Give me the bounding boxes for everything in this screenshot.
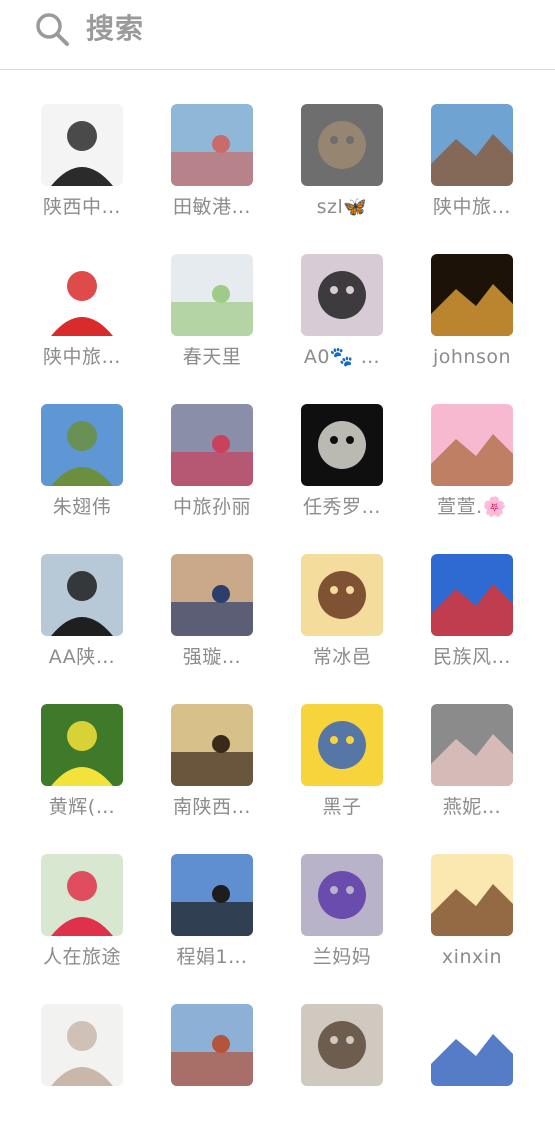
avatar[interactable] — [301, 404, 383, 486]
contact-name: AA陕… — [48, 646, 116, 668]
contact-item[interactable]: 陕中旅… — [431, 104, 551, 244]
contact-item[interactable]: 任秀罗… — [301, 404, 421, 544]
contact-name: 任秀罗… — [302, 496, 381, 518]
contact-name: xinxin — [441, 946, 503, 968]
avatar[interactable] — [431, 704, 513, 786]
contact-item[interactable]: xinxin — [431, 854, 551, 994]
contact-item[interactable]: 黄辉(… — [41, 704, 161, 844]
contact-name: 田敏港… — [172, 196, 251, 218]
contact-name: 黄辉(… — [48, 796, 116, 818]
contact-item[interactable]: 常冰邑 — [301, 554, 421, 694]
contact-item[interactable]: 燕妮… — [431, 704, 551, 844]
avatar[interactable] — [41, 404, 123, 486]
search-icon — [36, 13, 69, 46]
avatar[interactable] — [431, 254, 513, 336]
avatar[interactable] — [41, 854, 123, 936]
contact-item[interactable]: 兰妈妈 — [301, 854, 421, 994]
contact-item[interactable]: 人在旅途 — [41, 854, 161, 994]
avatar[interactable] — [171, 704, 253, 786]
contact-item[interactable]: 程娟1… — [171, 854, 291, 994]
contact-item[interactable]: 中旅孙丽 — [171, 404, 291, 544]
contact-item[interactable]: szl🦋 — [301, 104, 421, 244]
contact-item[interactable]: 南陕西… — [171, 704, 291, 844]
search-input[interactable]: 搜索 — [86, 10, 144, 48]
avatar[interactable] — [301, 254, 383, 336]
avatar[interactable] — [301, 854, 383, 936]
contact-name: A0🐾 … — [303, 346, 381, 368]
avatar[interactable] — [301, 554, 383, 636]
contact-name: 南陕西… — [172, 796, 251, 818]
contact-grid: 陕西中… 田敏港… szl🦋 陕中旅… 陕中旅… 春天里 A0🐾 … johnson 朱翅伟 中旅… — [0, 70, 555, 1093]
avatar[interactable] — [171, 854, 253, 936]
contact-item[interactable] — [431, 1004, 551, 1144]
contact-name: szl🦋 — [316, 196, 368, 218]
avatar[interactable] — [41, 254, 123, 336]
contact-name: 兰妈妈 — [312, 946, 372, 968]
avatar[interactable] — [301, 704, 383, 786]
avatar[interactable] — [171, 1004, 253, 1086]
contact-name: 民族风… — [432, 646, 511, 668]
contact-item[interactable]: 陕西中… — [41, 104, 161, 244]
contact-name: 常冰邑 — [312, 646, 372, 668]
contact-name: 陕中旅… — [432, 196, 511, 218]
contact-name: 陕中旅… — [42, 346, 121, 368]
contact-name: 中旅孙丽 — [172, 496, 251, 518]
contact-item[interactable] — [301, 1004, 421, 1144]
contact-item[interactable]: 萱萱.🌸 — [431, 404, 551, 544]
contact-item[interactable]: A0🐾 … — [301, 254, 421, 394]
contact-name: 人在旅途 — [42, 946, 121, 968]
contact-name: 萱萱.🌸 — [437, 496, 507, 518]
contact-item[interactable] — [171, 1004, 291, 1144]
avatar[interactable] — [431, 854, 513, 936]
avatar[interactable] — [301, 1004, 383, 1086]
contact-name: 陕西中… — [42, 196, 121, 218]
avatar[interactable] — [431, 1004, 513, 1086]
avatar[interactable] — [301, 104, 383, 186]
contact-name: 黑子 — [322, 796, 362, 818]
contact-item[interactable]: 黑子 — [301, 704, 421, 844]
contact-name: 强璇… — [182, 646, 242, 668]
contact-item[interactable]: 强璇… — [171, 554, 291, 694]
avatar[interactable] — [41, 554, 123, 636]
avatar[interactable] — [171, 404, 253, 486]
avatar[interactable] — [171, 104, 253, 186]
avatar[interactable] — [41, 104, 123, 186]
contact-item[interactable]: 朱翅伟 — [41, 404, 161, 544]
contact-item[interactable] — [41, 1004, 161, 1144]
avatar[interactable] — [431, 554, 513, 636]
avatar[interactable] — [431, 104, 513, 186]
contact-name: 朱翅伟 — [52, 496, 112, 518]
search-bar[interactable]: 搜索 — [0, 0, 555, 70]
contact-name: johnson — [432, 346, 512, 368]
avatar[interactable] — [171, 554, 253, 636]
avatar[interactable] — [431, 404, 513, 486]
contact-item[interactable]: 田敏港… — [171, 104, 291, 244]
avatar[interactable] — [171, 254, 253, 336]
contact-item[interactable]: AA陕… — [41, 554, 161, 694]
contact-item[interactable]: 民族风… — [431, 554, 551, 694]
contact-name: 程娟1… — [176, 946, 248, 968]
contact-name: 春天里 — [182, 346, 242, 368]
contact-name: 燕妮… — [442, 796, 502, 818]
contact-item[interactable]: johnson — [431, 254, 551, 394]
avatar[interactable] — [41, 1004, 123, 1086]
avatar[interactable] — [41, 704, 123, 786]
contact-item[interactable]: 陕中旅… — [41, 254, 161, 394]
contact-item[interactable]: 春天里 — [171, 254, 291, 394]
